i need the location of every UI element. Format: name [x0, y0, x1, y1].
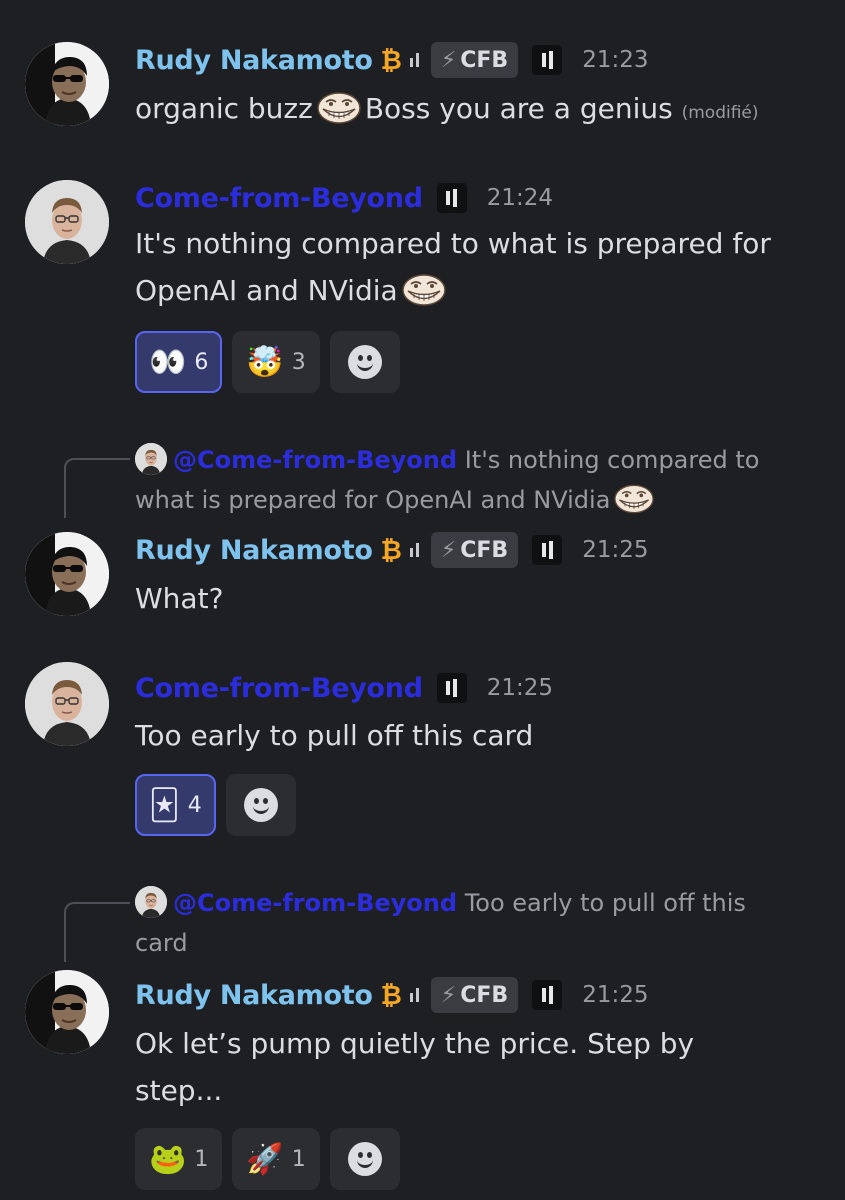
message-content: Ok let’s pump quietly the price. Step by… [135, 1020, 755, 1114]
reaction-joker[interactable]: 🃏 4 [135, 774, 216, 836]
smiley-add-reaction-icon [347, 345, 382, 379]
lightning-bolt-icon: ⚡ [440, 47, 457, 73]
reaction-count: 6 [194, 349, 209, 375]
eyes-icon: 👀 [149, 344, 187, 380]
signal-icon [409, 53, 419, 67]
message-header: Rudy Nakamoto ₿ ⚡ CFB 21:25 [135, 530, 648, 570]
reply-preview[interactable]: @Come-from-Beyond It's nothing compared … [135, 440, 815, 520]
bitcoin-icon: ₿ [380, 45, 402, 76]
reactions: 🐸 1 🚀 1 [135, 1128, 400, 1190]
reply-mention[interactable]: @Come-from-Beyond [173, 889, 457, 917]
message-text: It's nothing compared to what is prepare… [135, 227, 771, 307]
reply-avatar [135, 443, 167, 475]
guild-tag-label: CFB [460, 537, 509, 563]
timestamp: 21:24 [486, 185, 554, 211]
avatar-rudy[interactable] [25, 970, 109, 1054]
smiley-add-reaction-icon [347, 1142, 382, 1176]
joker-card-icon: 🃏 [149, 787, 180, 823]
bitcoin-icon: ₿ [380, 980, 402, 1011]
author-name[interactable]: Rudy Nakamoto [135, 45, 373, 76]
frog-icon: 🐸 [149, 1141, 187, 1177]
pause-bars-icon [532, 535, 563, 565]
reply-spine [64, 902, 130, 962]
author-name[interactable]: Rudy Nakamoto [135, 980, 373, 1011]
reaction-count: 1 [291, 1146, 306, 1172]
message-content: organic buzz Boss you are a genius (modif… [135, 85, 825, 137]
mind-blown-icon: 🤯 [246, 344, 284, 380]
message-content: It's nothing compared to what is prepare… [135, 220, 825, 314]
timestamp: 21:25 [486, 675, 554, 701]
add-reaction-button[interactable] [329, 331, 400, 393]
reaction-eyes[interactable]: 👀 6 [135, 331, 223, 393]
avatar-rudy[interactable] [25, 532, 109, 616]
guild-tag[interactable]: ⚡ CFB [430, 42, 519, 78]
lightning-bolt-icon: ⚡ [440, 982, 457, 1008]
guild-tag[interactable]: ⚡ CFB [430, 977, 519, 1013]
message-header: Rudy Nakamoto ₿ ⚡ CFB 21:23 [135, 40, 648, 80]
pause-bars-icon [436, 673, 467, 703]
trollface-emoji [317, 92, 361, 124]
author-name[interactable]: Come-from-Beyond [135, 183, 423, 214]
lightning-bolt-icon: ⚡ [440, 537, 457, 563]
guild-tag[interactable]: ⚡ CFB [430, 532, 519, 568]
reply-avatar [135, 886, 167, 918]
trollface-emoji [614, 484, 654, 514]
guild-tag-label: CFB [460, 982, 509, 1008]
reaction-count: 1 [194, 1146, 209, 1172]
message-text: Boss you are a genius [364, 92, 673, 125]
reaction-mind-blown[interactable]: 🤯 3 [232, 331, 320, 393]
pause-bars-icon [436, 183, 467, 213]
rocket-icon: 🚀 [246, 1141, 284, 1177]
add-reaction-button[interactable] [225, 774, 296, 836]
message-header: Come-from-Beyond 21:24 [135, 178, 553, 218]
avatar-rudy[interactable] [25, 42, 109, 126]
message-text: organic buzz [135, 92, 313, 125]
reaction-rocket[interactable]: 🚀 1 [232, 1128, 320, 1190]
signal-icon [409, 988, 419, 1002]
signal-icon [409, 543, 419, 557]
timestamp: 21:23 [582, 47, 649, 73]
pause-bars-icon [532, 45, 563, 75]
reply-mention[interactable]: @Come-from-Beyond [173, 446, 457, 474]
reaction-frog[interactable]: 🐸 1 [135, 1128, 223, 1190]
avatar-cfb[interactable] [25, 180, 109, 264]
pause-bars-icon [532, 980, 563, 1010]
trollface-emoji [402, 274, 446, 306]
timestamp: 21:25 [582, 982, 649, 1008]
smiley-add-reaction-icon [243, 788, 278, 822]
edited-label: (modifié) [681, 103, 759, 123]
guild-tag-label: CFB [460, 47, 509, 73]
add-reaction-button[interactable] [329, 1128, 400, 1190]
message-content: Too early to pull off this card [135, 712, 825, 759]
author-name[interactable]: Rudy Nakamoto [135, 535, 373, 566]
reactions: 👀 6 🤯 3 [135, 331, 400, 393]
message-text: Ok let’s pump quietly the price. Step by… [135, 1027, 695, 1107]
reaction-count: 4 [187, 792, 202, 818]
reaction-count: 3 [291, 349, 306, 375]
avatar-cfb[interactable] [25, 662, 109, 746]
timestamp: 21:25 [582, 537, 649, 563]
message-content: What? [135, 575, 825, 622]
message-header: Come-from-Beyond 21:25 [135, 668, 553, 708]
reply-preview[interactable]: @Come-from-Beyond Too early to pull off … [135, 883, 805, 963]
reactions: 🃏 4 [135, 774, 296, 836]
message-text: What? [135, 582, 224, 615]
message-text: Too early to pull off this card [135, 719, 534, 752]
author-name[interactable]: Come-from-Beyond [135, 673, 423, 704]
reply-spine [64, 458, 130, 518]
message-header: Rudy Nakamoto ₿ ⚡ CFB 21:25 [135, 975, 648, 1015]
bitcoin-icon: ₿ [380, 535, 402, 566]
